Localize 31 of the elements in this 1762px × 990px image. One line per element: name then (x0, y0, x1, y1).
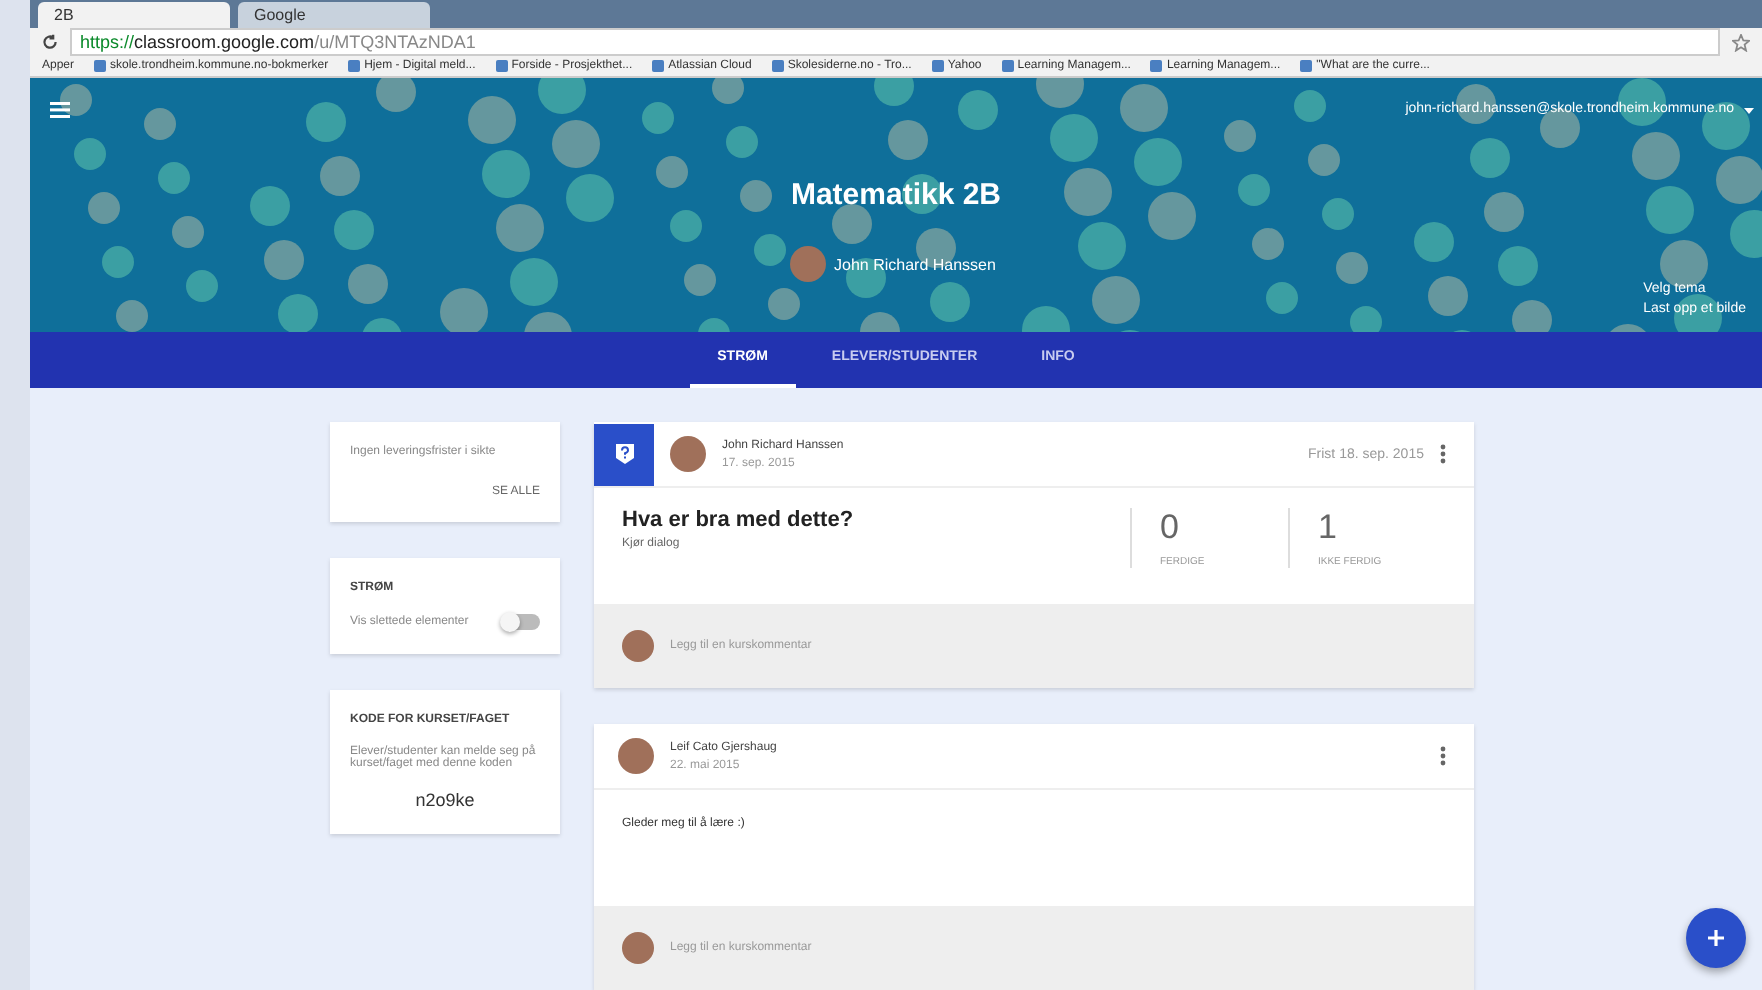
menu-icon[interactable] (50, 102, 70, 119)
avatar-icon (618, 738, 654, 774)
browser-tab[interactable]: Google (238, 2, 430, 29)
question-title[interactable]: Hva er bra med dette? (622, 508, 1130, 532)
teacher-name: John Richard Hanssen (834, 255, 996, 274)
more-icon[interactable] (1440, 746, 1446, 766)
bookmark-icon (1300, 60, 1313, 73)
add-button[interactable] (1686, 908, 1746, 968)
bookmark-icon (94, 60, 107, 73)
stat-count: 1 (1318, 508, 1339, 548)
toggle-switch[interactable] (504, 614, 540, 630)
caret-icon[interactable] (1744, 108, 1754, 115)
avatar-icon (670, 436, 706, 472)
bookmark-icon (348, 60, 361, 73)
avatar-icon (622, 630, 654, 662)
class-code: n2o9ke (413, 790, 477, 810)
bookmark-icon (1150, 60, 1163, 73)
bookmark-icon (771, 60, 784, 73)
bookmark-icon (652, 60, 665, 73)
bookmark-icon (931, 60, 944, 73)
class-title: Matematikk 2B (788, 178, 1004, 213)
bookmark-icon (1001, 60, 1014, 73)
bookmark-icon (495, 60, 508, 73)
reload-icon[interactable] (42, 34, 58, 51)
avatar-icon (622, 932, 654, 964)
plus-icon (1708, 930, 1724, 946)
more-icon[interactable] (1440, 444, 1446, 464)
address-field[interactable]: https://classroom.google.com/u/MTQ3NTAzNDA1 (70, 28, 1720, 57)
browser-tab[interactable]: 2B (38, 2, 230, 29)
stat-count: 0 (1160, 508, 1181, 548)
star-icon[interactable] (1732, 33, 1750, 52)
